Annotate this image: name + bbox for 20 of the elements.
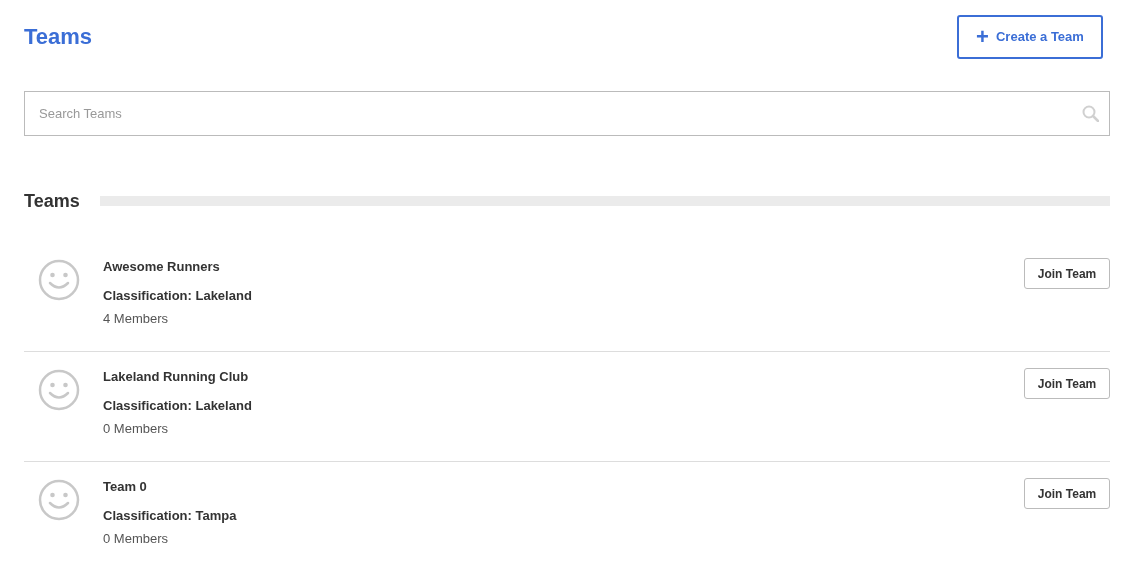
team-classification: Classification: Tampa [103, 508, 238, 523]
smiley-face-icon [38, 259, 80, 301]
member-count: 0 Members [103, 421, 170, 436]
member-count: 0 Members [103, 531, 170, 546]
team-name: Lakeland Running Club [103, 369, 250, 384]
team-name: Team 0 [103, 479, 148, 494]
team-classification: Classification: Lakeland [103, 398, 253, 413]
search-icon [1082, 105, 1099, 122]
create-team-button[interactable]: + Create a Team [957, 14, 1103, 59]
page-title: Teams [24, 23, 93, 50]
team-classification: Classification: Lakeland [103, 288, 253, 303]
smiley-face-icon [38, 479, 80, 521]
join-team-button[interactable]: Join Team [1024, 258, 1110, 289]
section-title: Teams [24, 190, 80, 212]
smiley-face-icon [38, 369, 80, 411]
search-field[interactable]: Search Teams [24, 91, 1110, 136]
join-team-button[interactable]: Join Team [1024, 478, 1110, 509]
member-count: 4 Members [103, 311, 170, 326]
join-team-button[interactable]: Join Team [1024, 368, 1110, 399]
team-name: Awesome Runners [103, 259, 221, 274]
